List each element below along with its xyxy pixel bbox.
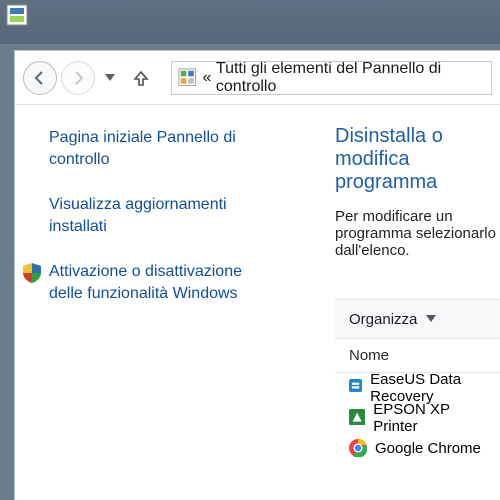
control-panel-icon: [178, 68, 197, 88]
explorer-window: « Tutti gli elementi del Pannello di con…: [14, 50, 500, 500]
chrome-icon: [349, 439, 367, 457]
organize-button[interactable]: Organizza: [335, 299, 500, 339]
program-row[interactable]: Google Chrome: [335, 433, 500, 463]
page-description: Per modificare un programma selezionarlo…: [335, 208, 500, 259]
epson-icon: [349, 409, 365, 427]
up-button[interactable]: [125, 62, 157, 94]
content-area: Pagina iniziale Pannello di controllo Vi…: [15, 105, 500, 500]
organize-label: Organizza: [349, 311, 417, 328]
column-header-name[interactable]: Nome: [335, 339, 500, 373]
desktop-taskbar: [0, 0, 500, 44]
sidebar-link-updates[interactable]: Visualizza aggiornamenti installati: [49, 194, 279, 237]
program-name: EaseUS Data Recovery: [370, 371, 486, 405]
sidebar-link-features-label: Attivazione o disattivazione delle funzi…: [49, 263, 242, 302]
easeus-icon: [349, 379, 362, 397]
sidebar-link-home[interactable]: Pagina iniziale Pannello di controllo: [49, 127, 279, 170]
shield-icon: [23, 263, 41, 283]
column-header-label: Nome: [349, 347, 389, 364]
history-dropdown[interactable]: [99, 71, 121, 85]
program-name: EPSON XP Printer: [373, 401, 486, 435]
back-button[interactable]: [23, 61, 57, 95]
address-bar[interactable]: « Tutti gli elementi del Pannello di con…: [171, 61, 492, 95]
taskbar-app-icon[interactable]: [6, 4, 28, 26]
navigation-bar: « Tutti gli elementi del Pannello di con…: [15, 51, 500, 105]
breadcrumb-text: Tutti gli elementi del Pannello di contr…: [216, 61, 485, 95]
breadcrumb-prefix: «: [203, 69, 212, 87]
main-panel: Disinstalla o modifica programma Per mod…: [295, 105, 500, 500]
program-row[interactable]: EaseUS Data Recovery: [335, 373, 500, 403]
sidebar: Pagina iniziale Pannello di controllo Vi…: [15, 105, 295, 500]
sidebar-link-features[interactable]: Attivazione o disattivazione delle funzi…: [49, 261, 279, 304]
program-name: Google Chrome: [375, 440, 481, 457]
page-title: Disinstalla o modifica programma: [335, 125, 500, 194]
program-row[interactable]: EPSON XP Printer: [335, 403, 500, 433]
chevron-down-icon: [426, 315, 436, 323]
forward-button: [61, 61, 95, 95]
